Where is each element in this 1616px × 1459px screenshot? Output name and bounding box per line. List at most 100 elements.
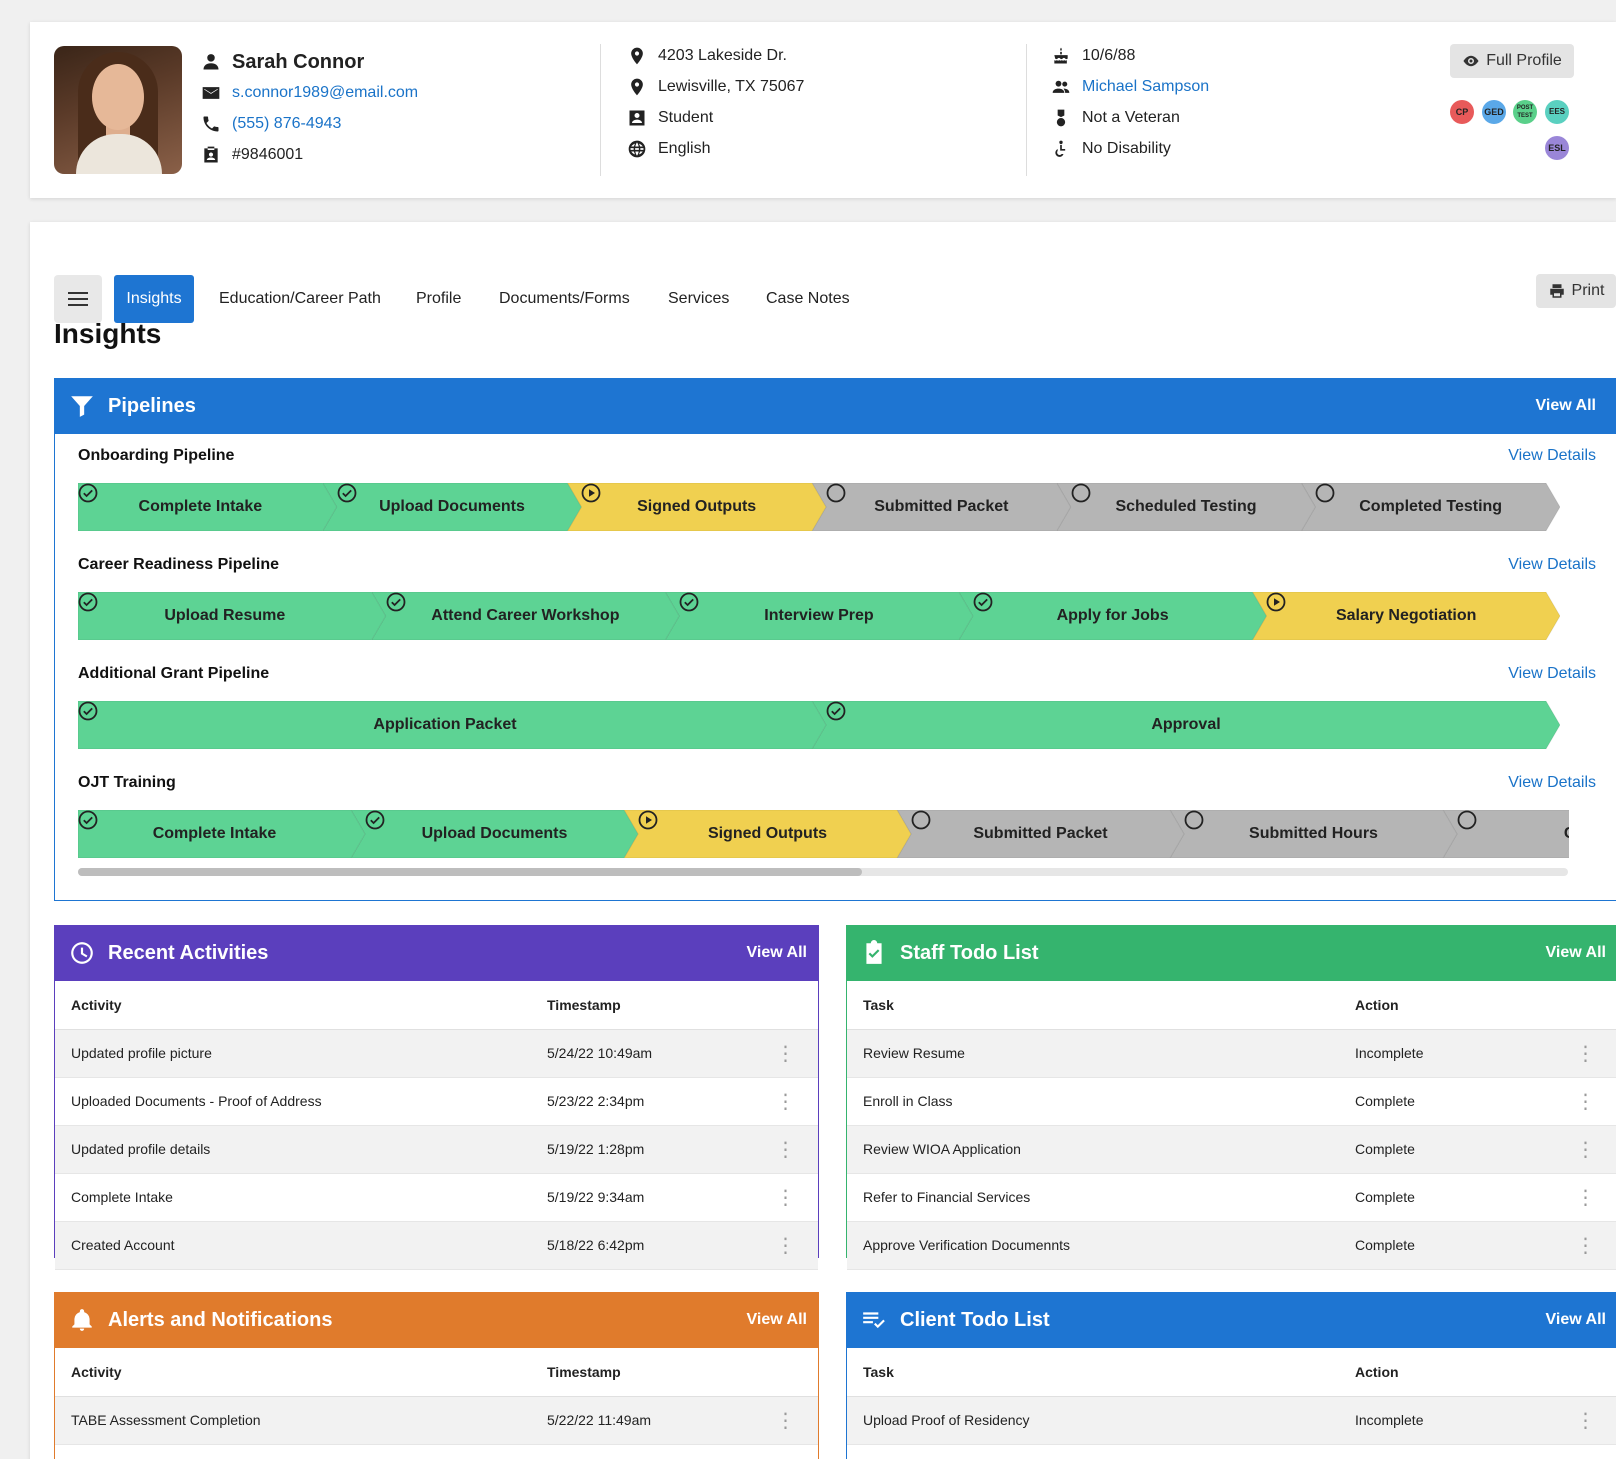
client-avatar — [54, 46, 182, 174]
full-profile-button[interactable]: Full Profile — [1450, 44, 1574, 78]
menu-button[interactable] — [54, 275, 102, 323]
recent-activities-view-all-link[interactable]: View All — [747, 944, 807, 962]
table-row[interactable]: Uploaded Documents - Proof of Address 5/2… — [55, 1077, 818, 1126]
client-phone-link[interactable]: (555) 876-4943 — [232, 115, 341, 133]
pipeline-step-label: Upload Resume — [164, 607, 286, 624]
tab-profile[interactable]: Profile — [416, 275, 461, 323]
pipeline-step-label: Attend Career Workshop — [431, 607, 620, 624]
badge-post-test[interactable]: POST TEST — [1513, 100, 1537, 124]
case-manager-link[interactable]: Michael Sampson — [1082, 78, 1209, 96]
pipeline-step[interactable]: Salary Negotiation — [1266, 592, 1546, 640]
column-header: Timestamp — [531, 981, 753, 1030]
pipeline-scrollbar[interactable] — [78, 868, 1568, 876]
view-details-link[interactable]: View Details — [1508, 665, 1596, 683]
table-row[interactable]: Approve Verification Documennts Complete ⋮ — [847, 1221, 1616, 1270]
view-details-link[interactable]: View Details — [1508, 556, 1596, 574]
pipeline-step-label: Signed Outputs — [637, 498, 757, 515]
table-row[interactable]: Refer to Financial Services Complete ⋮ — [847, 1173, 1616, 1222]
pipeline-step[interactable]: Signed Outputs — [581, 483, 812, 531]
pipelines-view-all-link[interactable]: View All — [1536, 397, 1596, 415]
more-options-icon[interactable]: ⋮ — [753, 1125, 818, 1174]
staff-todo-view-all-link[interactable]: View All — [1546, 944, 1606, 962]
page-title: Insights — [54, 318, 162, 349]
pipeline-step[interactable]: Attend Career Workshop — [386, 592, 666, 640]
view-details-link[interactable]: View Details — [1508, 447, 1596, 465]
tab-services[interactable]: Services — [668, 275, 729, 323]
pipeline-step-label: Salary Negotiation — [1335, 607, 1477, 624]
badge-ees[interactable]: EES — [1545, 100, 1569, 124]
more-options-icon[interactable]: ⋮ — [1553, 1029, 1616, 1078]
table-row[interactable]: Enroll in Class Complete ⋮ — [847, 1077, 1616, 1126]
table-row[interactable]: Updated profile picture 5/24/22 10:49am ⋮ — [55, 1029, 818, 1078]
more-options-icon[interactable]: ⋮ — [753, 1173, 818, 1222]
table-row[interactable]: Review WIOA Application Complete ⋮ — [847, 1125, 1616, 1174]
tab-education-career-path[interactable]: Education/Career Path — [219, 275, 381, 323]
table-row[interactable]: TABE Assessment Completion 5/22/22 11:49a… — [55, 1396, 818, 1445]
badge-ged[interactable]: GED — [1482, 100, 1506, 124]
main-content-card: Insights Education/Career Path Profile D… — [30, 222, 1616, 1459]
pipeline-step[interactable]: Submitted Packet — [826, 483, 1057, 531]
pipeline-track: Application Packet Approval — [78, 701, 1560, 749]
pipeline-step[interactable]: Upload Documents — [337, 483, 568, 531]
client-todo-title: Client Todo List — [900, 1308, 1050, 1331]
check-circle-icon — [386, 592, 405, 612]
staff-todo-panel: Staff Todo List View All Task Action Rev… — [846, 925, 1616, 1270]
more-options-icon[interactable]: ⋮ — [753, 1396, 818, 1445]
print-button[interactable]: Print — [1536, 274, 1616, 308]
tab-documents-forms[interactable]: Documents/Forms — [499, 275, 630, 323]
pipeline-track: Upload Resume Attend Career Workshop Inter… — [78, 592, 1560, 640]
client-todo-view-all-link[interactable]: View All — [1546, 1311, 1606, 1329]
more-options-icon[interactable]: ⋮ — [753, 1029, 818, 1078]
header-divider — [1026, 44, 1027, 176]
pipeline-step[interactable]: Comp — [1457, 810, 1569, 858]
pipeline-step-label: Interview Prep — [764, 607, 874, 624]
pipeline-step[interactable]: Submitted Hours — [1184, 810, 1443, 858]
table-row[interactable]: Upload Proof of Residency Incomplete ⋮ — [847, 1396, 1616, 1445]
alerts-header: Alerts and Notifications View All — [54, 1292, 819, 1348]
pipeline-step[interactable]: Upload Documents — [365, 810, 624, 858]
pipeline-step[interactable]: Submitted Packet — [911, 810, 1170, 858]
pipeline-name: Career Readiness Pipeline — [78, 556, 279, 573]
pipeline-step[interactable]: Interview Prep — [679, 592, 959, 640]
id-badge-icon — [200, 144, 222, 166]
table-row[interactable]: Created Account 5/18/22 6:42pm ⋮ — [55, 1221, 818, 1270]
scrollbar-thumb[interactable] — [78, 868, 862, 876]
birthday-cake-icon — [1050, 45, 1072, 67]
pipeline-name: Additional Grant Pipeline — [78, 665, 270, 682]
client-todo-table: Task Action Upload Proof of Residency Inc… — [847, 1348, 1616, 1445]
pipeline-step[interactable]: Upload Resume — [78, 592, 372, 640]
more-options-icon[interactable]: ⋮ — [753, 1077, 818, 1126]
pipeline-step[interactable]: Scheduled Testing — [1071, 483, 1302, 531]
pipeline-step[interactable]: Apply for Jobs — [973, 592, 1253, 640]
table-row[interactable]: Complete Intake 5/19/22 9:34am ⋮ — [55, 1173, 818, 1222]
tab-case-notes[interactable]: Case Notes — [766, 275, 850, 323]
pipeline-step[interactable]: Complete Intake — [78, 810, 351, 858]
pipeline-name: Onboarding Pipeline — [78, 447, 235, 464]
check-circle-icon — [826, 701, 846, 721]
pipeline-step[interactable]: Application Packet — [78, 701, 812, 749]
more-options-icon[interactable]: ⋮ — [1553, 1077, 1616, 1126]
pipeline-step-label: Upload Documents — [421, 825, 568, 842]
pipeline-step[interactable]: Complete Intake — [78, 483, 323, 531]
pipeline-step[interactable]: Signed Outputs — [638, 810, 897, 858]
table-row[interactable]: Updated profile details 5/19/22 1:28pm ⋮ — [55, 1125, 818, 1174]
more-options-icon[interactable]: ⋮ — [1553, 1173, 1616, 1222]
view-details-link[interactable]: View Details — [1508, 774, 1596, 792]
more-options-icon[interactable]: ⋮ — [753, 1221, 818, 1270]
table-row[interactable]: Review Resume Incomplete ⋮ — [847, 1029, 1616, 1078]
alerts-view-all-link[interactable]: View All — [747, 1311, 807, 1329]
check-circle-icon — [78, 483, 98, 503]
check-circle-icon — [365, 810, 385, 830]
pipeline-step[interactable]: Approval — [826, 701, 1546, 749]
pipeline-step[interactable]: Completed Testing — [1315, 483, 1546, 531]
more-options-icon[interactable]: ⋮ — [1553, 1396, 1616, 1445]
client-email-link[interactable]: s.connor1989@email.com — [232, 84, 418, 102]
tab-insights[interactable]: Insights — [114, 275, 194, 323]
staff-todo-header: Staff Todo List View All — [846, 925, 1616, 981]
pipeline-step-label: Complete Intake — [152, 825, 277, 842]
more-options-icon[interactable]: ⋮ — [1553, 1221, 1616, 1270]
more-options-icon[interactable]: ⋮ — [1553, 1125, 1616, 1174]
empty-circle-icon — [826, 483, 846, 503]
badge-esl[interactable]: ESL — [1545, 136, 1569, 160]
badge-cp[interactable]: CP — [1450, 100, 1474, 124]
